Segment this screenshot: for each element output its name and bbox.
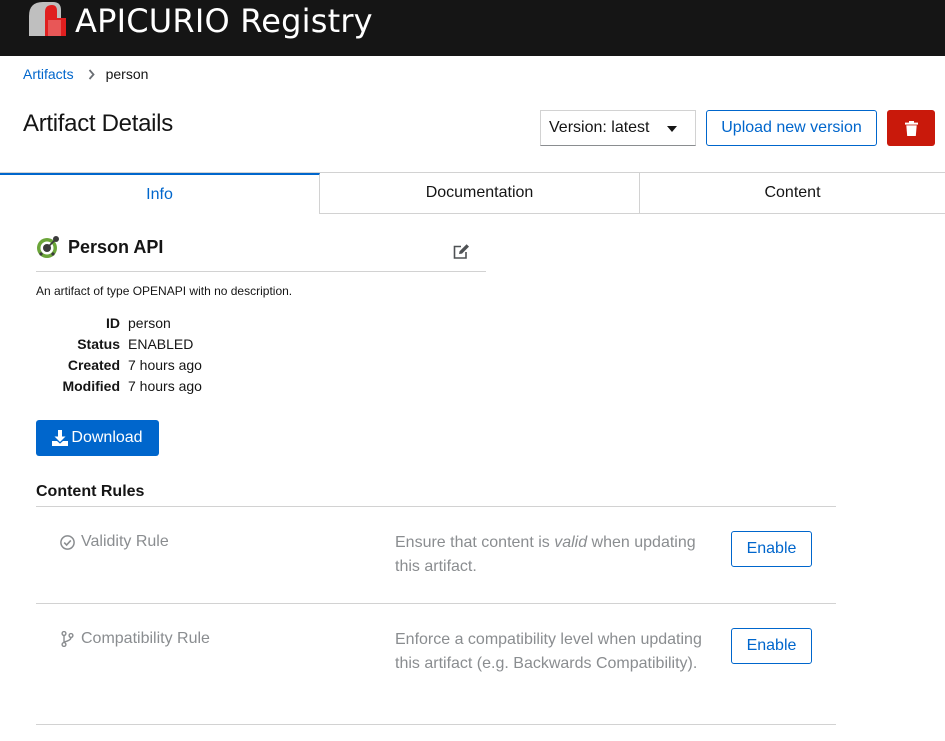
delete-artifact-button[interactable]: [887, 110, 935, 146]
property-label-modified: Modified: [62, 377, 120, 394]
apicurio-logo-icon[interactable]: [26, 0, 70, 40]
upload-new-version-button[interactable]: Upload new version: [706, 110, 877, 146]
rules-divider: [36, 724, 836, 725]
compatibility-rule-name: Compatibility Rule: [60, 630, 210, 648]
version-select-value: Version: latest: [549, 119, 650, 136]
property-value-id: person: [128, 314, 171, 331]
masthead: APICURIO Registry: [0, 0, 945, 56]
download-label: Download: [71, 429, 143, 446]
tab-content[interactable]: Content: [640, 173, 945, 214]
validity-rule-label: Validity Rule: [81, 533, 169, 550]
compatibility-rule-label: Compatibility Rule: [81, 630, 210, 647]
validity-desc-text: Ensure that content is: [395, 534, 555, 551]
property-row: Created 7 hours ago: [36, 354, 202, 375]
property-value-status: ENABLED: [128, 335, 194, 352]
rules-divider: [36, 603, 836, 604]
breadcrumb-current: person: [105, 66, 149, 82]
enable-validity-rule-button[interactable]: Enable: [731, 531, 812, 567]
tab-info[interactable]: Info: [0, 173, 320, 214]
property-row: Modified 7 hours ago: [36, 375, 202, 396]
property-value-created: 7 hours ago: [128, 356, 202, 373]
validity-rule-name: Validity Rule: [60, 533, 169, 551]
version-select[interactable]: Version: latest: [540, 110, 696, 146]
breadcrumb-artifacts-link[interactable]: Artifacts: [23, 66, 74, 82]
download-icon: [52, 430, 69, 446]
property-label-id: ID: [106, 314, 120, 331]
property-row: Status ENABLED: [36, 333, 202, 354]
breadcrumb: Artifacts person: [23, 64, 148, 84]
artifact-properties: ID person Status ENABLED Created 7 hours…: [36, 312, 202, 396]
tab-bar: Info Documentation Content: [0, 172, 945, 214]
artifact-name: Person API: [68, 237, 164, 257]
brand-title[interactable]: APICURIO Registry: [75, 1, 373, 41]
rules-divider: [36, 506, 836, 507]
property-label-status: Status: [77, 335, 120, 352]
property-row: ID person: [36, 312, 202, 333]
openapi-icon: [37, 236, 59, 258]
code-branch-icon: [61, 631, 74, 647]
caret-down-icon: [667, 126, 677, 132]
chevron-right-icon: [88, 68, 95, 80]
validity-desc-emphasis: valid: [554, 534, 588, 551]
page-title: Artifact Details: [23, 110, 173, 137]
property-value-modified: 7 hours ago: [128, 377, 202, 394]
check-circle-icon: [60, 534, 75, 550]
property-label-created: Created: [67, 356, 120, 373]
tab-documentation[interactable]: Documentation: [320, 173, 640, 214]
content-rules-title: Content Rules: [36, 483, 145, 500]
artifact-divider: [36, 271, 486, 272]
artifact-description: An artifact of type OPENAPI with no desc…: [36, 284, 293, 298]
validity-rule-description: Ensure that content is valid when updati…: [395, 531, 715, 579]
edit-icon[interactable]: [453, 243, 470, 260]
enable-compatibility-rule-button[interactable]: Enable: [731, 628, 812, 664]
download-button[interactable]: Download: [36, 420, 159, 456]
trash-icon: [904, 120, 918, 136]
compatibility-rule-description: Enforce a compatibility level when updat…: [395, 631, 702, 672]
